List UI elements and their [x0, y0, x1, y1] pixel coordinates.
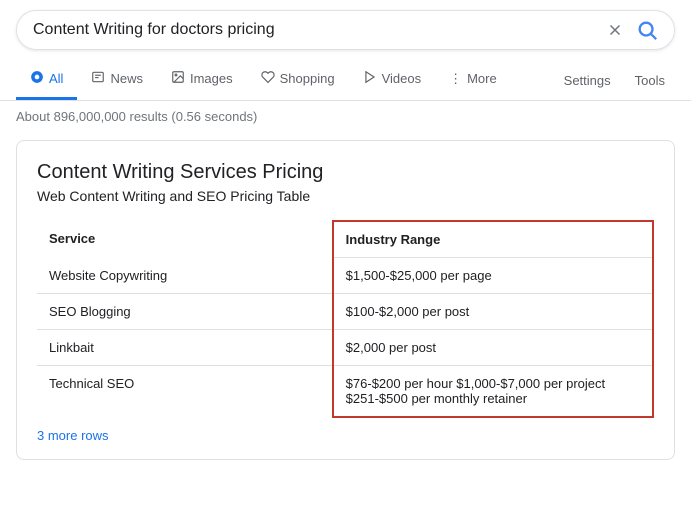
results-count: About 896,000,000 results (0.56 seconds): [0, 101, 691, 132]
pricing-table: Service Industry Range Website Copywriti…: [37, 220, 654, 418]
tab-shopping-label: Shopping: [280, 71, 335, 86]
tab-shopping[interactable]: Shopping: [247, 60, 349, 100]
tab-images-label: Images: [190, 71, 233, 86]
pricing-table-wrapper: Service Industry Range Website Copywriti…: [37, 220, 654, 418]
search-bar: Content Writing for doctors pricing: [16, 10, 675, 50]
more-rows-link[interactable]: 3 more rows: [37, 428, 109, 443]
header-service: Service: [37, 221, 333, 258]
images-icon: [171, 70, 185, 87]
clear-button[interactable]: [606, 21, 624, 39]
all-icon: [30, 70, 44, 87]
videos-icon: [363, 70, 377, 87]
more-icon: ⋮: [449, 71, 462, 87]
nav-tabs: All News Images Shopping: [0, 60, 691, 101]
search-button[interactable]: [636, 19, 658, 41]
tools-link[interactable]: Tools: [625, 63, 675, 98]
table-row: SEO Blogging$100-$2,000 per post: [37, 294, 653, 330]
search-input[interactable]: Content Writing for doctors pricing: [33, 21, 606, 39]
cell-service: SEO Blogging: [37, 294, 333, 330]
tab-videos-label: Videos: [382, 71, 422, 86]
search-bar-icons: [606, 19, 658, 41]
tab-videos[interactable]: Videos: [349, 60, 436, 100]
card-title: Content Writing Services Pricing: [37, 161, 654, 184]
tab-all[interactable]: All: [16, 60, 77, 100]
tab-images[interactable]: Images: [157, 60, 247, 100]
cell-range: $1,500-$25,000 per page: [333, 258, 653, 294]
cell-range: $100-$2,000 per post: [333, 294, 653, 330]
tab-all-label: All: [49, 71, 63, 86]
tab-news-label: News: [110, 71, 143, 86]
cell-service: Linkbait: [37, 330, 333, 366]
header-range: Industry Range: [333, 221, 653, 258]
tab-news[interactable]: News: [77, 60, 157, 100]
cell-range: $2,000 per post: [333, 330, 653, 366]
tab-more-label: More: [467, 71, 497, 86]
shopping-icon: [261, 70, 275, 87]
table-row: Website Copywriting$1,500-$25,000 per pa…: [37, 258, 653, 294]
tab-more[interactable]: ⋮ More: [435, 61, 511, 100]
cell-range: $76-$200 per hour $1,000-$7,000 per proj…: [333, 366, 653, 418]
settings-link[interactable]: Settings: [554, 63, 621, 98]
table-row: Technical SEO$76-$200 per hour $1,000-$7…: [37, 366, 653, 418]
result-card: Content Writing Services Pricing Web Con…: [16, 140, 675, 460]
cell-service: Technical SEO: [37, 366, 333, 418]
table-row: Linkbait$2,000 per post: [37, 330, 653, 366]
table-header-row: Service Industry Range: [37, 221, 653, 258]
card-subtitle: Web Content Writing and SEO Pricing Tabl…: [37, 188, 654, 204]
nav-right: Settings Tools: [554, 63, 675, 98]
cell-service: Website Copywriting: [37, 258, 333, 294]
news-icon: [91, 70, 105, 87]
